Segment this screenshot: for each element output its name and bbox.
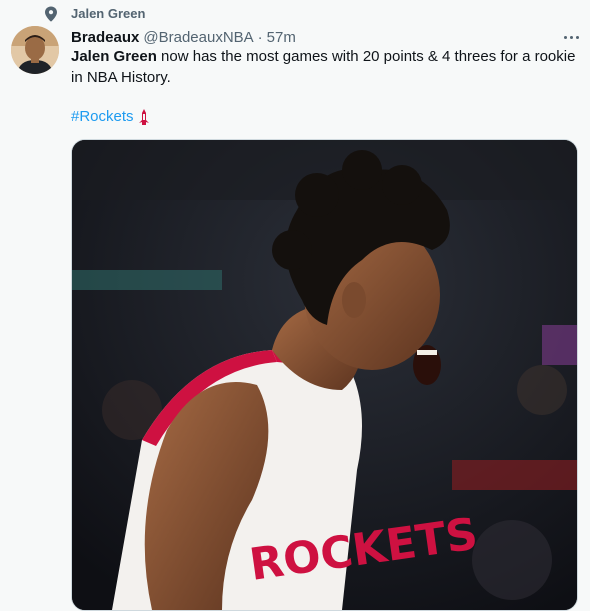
rockets-logo-icon (138, 108, 149, 125)
author-display-name[interactable]: Bradeaux (71, 29, 139, 46)
tweet-text: Jalen Green now has the most games with … (71, 46, 576, 88)
basketball-player-photo: ROCKETS (72, 140, 577, 610)
location-pin-icon (45, 6, 57, 22)
hashtag-line: #Rockets (71, 106, 151, 127)
tweet-timestamp[interactable]: 57m (267, 29, 296, 46)
more-dot-icon (575, 35, 579, 39)
separator-dot: · (257, 28, 263, 46)
tweet-header: Bradeaux @BradeauxNBA · 57m (71, 26, 578, 48)
context-label: Jalen Green (71, 6, 146, 21)
avatar[interactable] (11, 26, 59, 74)
avatar-image (11, 26, 59, 74)
more-dot-icon (569, 35, 573, 39)
more-dot-icon (563, 35, 567, 39)
tweet-media-photo[interactable]: ROCKETS (71, 139, 578, 611)
tweet-subject-name: Jalen Green (71, 48, 157, 65)
more-options-button[interactable] (556, 26, 586, 48)
author-handle[interactable]: @BradeauxNBA (143, 29, 253, 46)
hashtag-link[interactable]: #Rockets (71, 106, 134, 127)
